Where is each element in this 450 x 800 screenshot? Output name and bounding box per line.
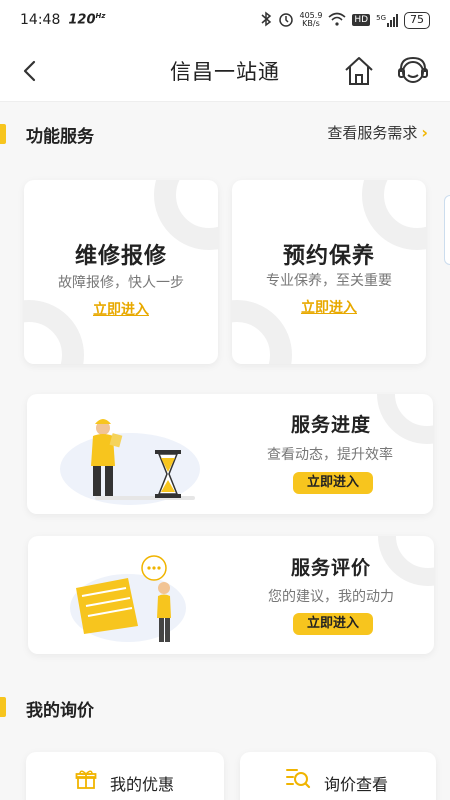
worker-hourglass-illustration bbox=[60, 419, 200, 505]
customer-service-button[interactable] bbox=[396, 54, 430, 88]
chevron-right-icon: › bbox=[421, 123, 428, 142]
service-progress-card[interactable]: 服务进度 查看动态，提升效率 立即进入 bbox=[27, 394, 433, 514]
page-title: 信昌一站通 bbox=[170, 59, 280, 84]
card-subtitle: 故障报修，快人一步 bbox=[58, 275, 184, 291]
enter-button[interactable]: 立即进入 bbox=[293, 613, 373, 635]
section-accent-bar bbox=[0, 124, 6, 144]
card-subtitle: 查看动态，提升效率 bbox=[267, 447, 393, 463]
decorative-ring bbox=[232, 300, 292, 364]
status-bar: 14:48 120Hz 405.9 KB/s HD 5G 75 bbox=[0, 0, 450, 40]
enter-link[interactable]: 立即进入 bbox=[301, 297, 357, 317]
section-title-functions: 功能服务 bbox=[26, 127, 94, 147]
decorative-ring bbox=[378, 536, 434, 586]
maintenance-card[interactable]: 预约保养 专业保养，至关重要 立即进入 bbox=[232, 180, 426, 364]
card-title: 服务进度 bbox=[291, 414, 372, 436]
card-title: 预约保养 bbox=[282, 244, 375, 269]
wifi-icon bbox=[328, 12, 346, 29]
decorative-ring bbox=[24, 300, 84, 364]
home-button[interactable] bbox=[342, 54, 376, 88]
status-time: 14:48 bbox=[20, 12, 61, 28]
customer-service-icon bbox=[398, 56, 428, 83]
enter-button[interactable]: 立即进入 bbox=[293, 472, 373, 494]
my-discounts-card[interactable]: 我的优惠 bbox=[26, 752, 224, 800]
my-discounts-label: 我的优惠 bbox=[110, 775, 175, 794]
enter-link[interactable]: 立即进入 bbox=[93, 299, 149, 319]
view-service-requests-link[interactable]: 查看服务需求 › bbox=[327, 122, 428, 143]
back-arrow-icon bbox=[23, 60, 36, 82]
repair-card[interactable]: 维修报修 故障报修，快人一步 立即进入 bbox=[24, 180, 218, 364]
alarm-icon bbox=[278, 11, 294, 30]
home-icon bbox=[345, 57, 373, 85]
back-button[interactable] bbox=[16, 58, 42, 84]
card-subtitle: 专业保养，至关重要 bbox=[266, 273, 392, 289]
card-title: 服务评价 bbox=[291, 557, 372, 579]
refresh-rate: 120Hz bbox=[68, 12, 106, 28]
card-title: 维修报修 bbox=[74, 244, 167, 269]
battery-indicator: 75 bbox=[404, 11, 430, 29]
section-title-inquiry: 我的询价 bbox=[26, 701, 94, 721]
signal-icon: 5G bbox=[376, 13, 398, 27]
feedback-illustration bbox=[70, 555, 186, 642]
app-header: 信昌一站通 bbox=[0, 40, 450, 102]
search-list-icon bbox=[286, 769, 311, 789]
service-evaluation-card[interactable]: 服务评价 您的建议，我的动力 立即进入 bbox=[28, 536, 434, 654]
inquiry-view-card[interactable]: 询价查看 bbox=[240, 752, 436, 800]
view-service-requests-label: 查看服务需求 bbox=[327, 124, 418, 142]
section-accent-bar bbox=[0, 697, 6, 717]
bluetooth-icon bbox=[260, 11, 272, 30]
card-subtitle: 您的建议，我的动力 bbox=[268, 589, 394, 605]
hd-badge: HD bbox=[352, 14, 371, 26]
decorative-ring bbox=[377, 394, 433, 444]
side-handle[interactable] bbox=[444, 195, 450, 265]
net-speed: 405.9 KB/s bbox=[299, 11, 323, 28]
gift-icon bbox=[75, 770, 97, 789]
inquiry-view-label: 询价查看 bbox=[324, 775, 389, 794]
